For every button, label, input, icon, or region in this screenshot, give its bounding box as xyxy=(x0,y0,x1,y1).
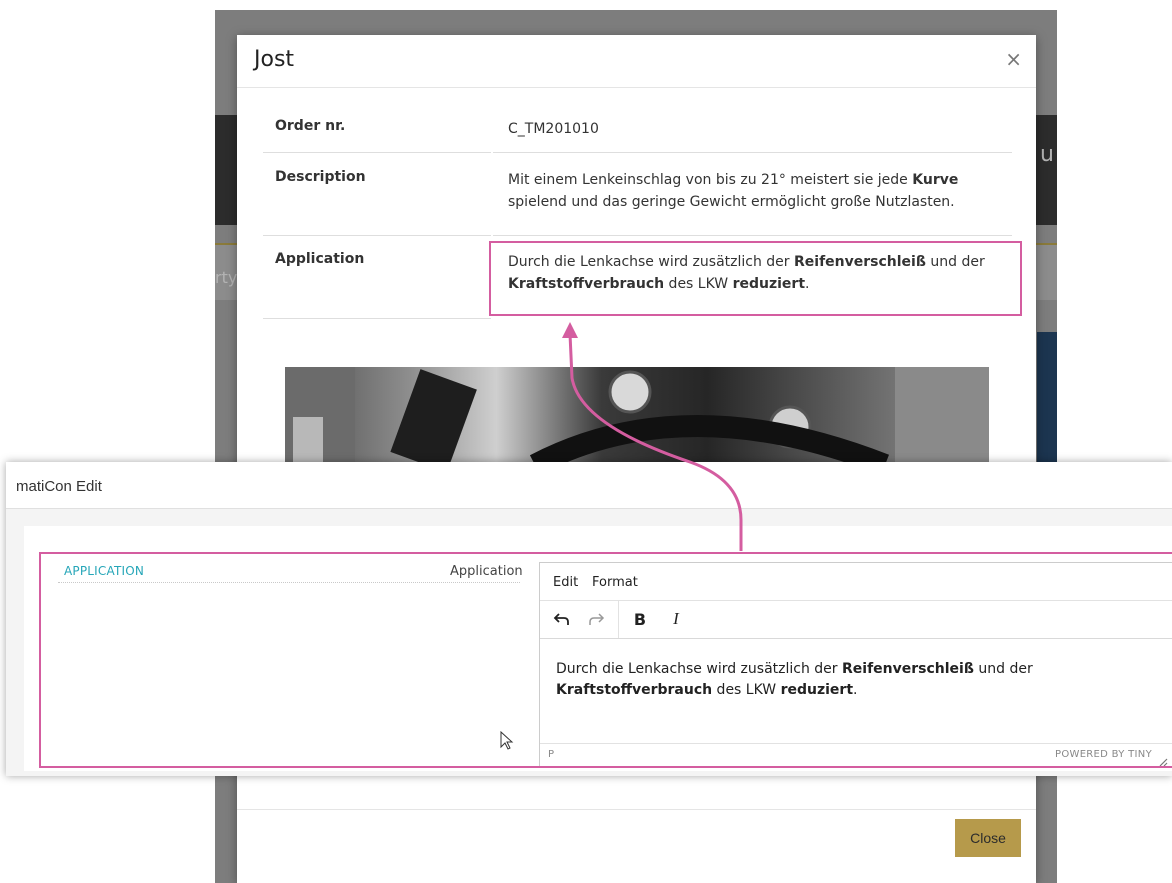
close-button[interactable]: Close xyxy=(955,819,1021,857)
row-divider xyxy=(263,235,491,236)
description-bold-text: Kurve xyxy=(912,172,959,188)
background-edge-text-right: u xyxy=(1040,142,1054,167)
application-label: Application xyxy=(275,251,365,267)
order-number-label: Order nr. xyxy=(275,118,346,134)
order-number-value: C_TM201010 xyxy=(508,121,599,137)
description-text: spielend und das geringe Gewicht ermögli… xyxy=(508,194,955,210)
row-divider xyxy=(493,235,1012,236)
editor-highlight-box xyxy=(39,552,1172,768)
modal-footer-divider xyxy=(237,809,1036,810)
edit-window-title: matiCon Edit xyxy=(16,478,102,495)
product-image-art xyxy=(285,367,989,465)
description-label: Description xyxy=(275,169,366,185)
row-divider xyxy=(493,152,1012,153)
close-icon[interactable]: × xyxy=(1005,47,1022,71)
description-text: Mit einem Lenkeinschlag von bis zu 21° m… xyxy=(508,172,913,188)
product-image xyxy=(285,367,989,465)
mouse-cursor-icon xyxy=(500,730,514,755)
background-edge-text-left: rty xyxy=(215,268,238,287)
application-highlight-box xyxy=(489,241,1022,316)
edit-titlebar: matiCon Edit xyxy=(6,462,1172,509)
modal-title: Jost xyxy=(254,47,295,72)
row-divider xyxy=(263,152,491,153)
description-value: Mit einem Lenkeinschlag von bis zu 21° m… xyxy=(508,169,988,213)
background-blue-panel xyxy=(1037,332,1057,472)
modal-header: Jost × xyxy=(237,35,1036,88)
row-divider xyxy=(263,318,491,319)
